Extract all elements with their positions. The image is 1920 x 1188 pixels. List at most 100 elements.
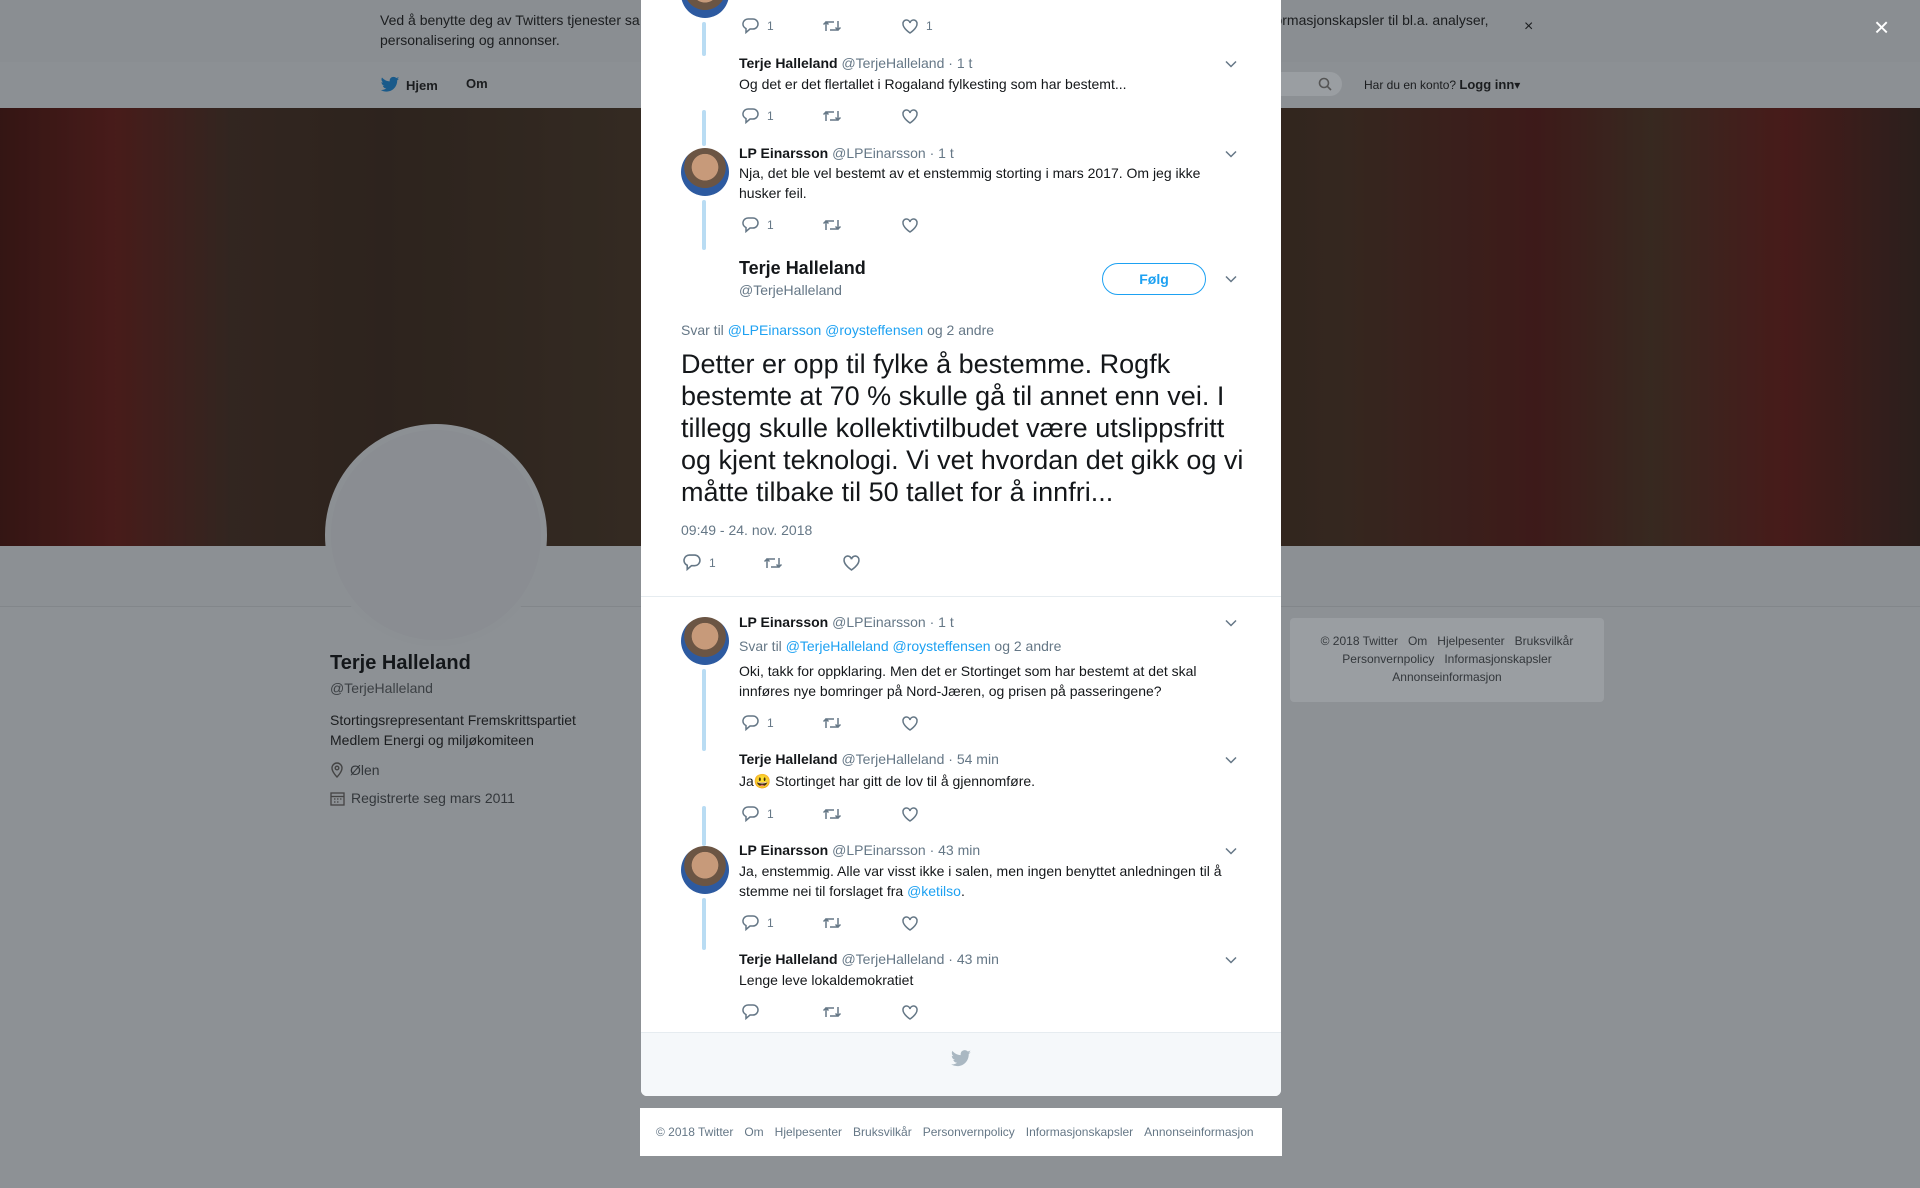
retweet-button[interactable] <box>822 109 902 123</box>
tweet-author-handle[interactable]: @LPEinarsson <box>832 842 926 858</box>
like-button[interactable] <box>902 715 982 731</box>
reply-icon <box>742 715 759 731</box>
mention-link[interactable]: @ketilso <box>907 883 961 899</box>
footer-ads-link[interactable]: Annonseinformasjon <box>1392 670 1501 684</box>
close-icon[interactable]: × <box>1874 12 1889 43</box>
chevron-down-icon[interactable] <box>1225 60 1237 68</box>
login-link[interactable]: Logg inn <box>1459 77 1514 92</box>
reply-button[interactable]: 1 <box>742 806 822 822</box>
follow-button[interactable]: Følg <box>1102 263 1206 295</box>
footer-help-link[interactable]: Hjelpesenter <box>1437 634 1504 648</box>
reply-count: 1 <box>767 109 774 123</box>
footer-about-link[interactable]: Om <box>744 1125 763 1139</box>
footer-ads-link[interactable]: Annonseinformasjon <box>1144 1125 1253 1139</box>
tweet-time[interactable]: · 1 t <box>930 145 954 161</box>
like-button[interactable] <box>902 217 982 233</box>
profile-avatar <box>325 424 547 646</box>
retweet-button[interactable] <box>822 1005 902 1019</box>
like-button[interactable]: 1 <box>902 18 982 34</box>
retweet-button[interactable] <box>822 807 902 821</box>
tweet-actions: 1 <box>742 108 982 124</box>
reply-button[interactable]: 1 <box>742 108 822 124</box>
tweet-time[interactable]: · 54 min <box>948 751 999 767</box>
nav-about-link[interactable]: Om <box>466 76 488 91</box>
tweet-author-name[interactable]: Terje Halleland <box>739 751 838 767</box>
footer-terms-link[interactable]: Bruksvilkår <box>853 1125 912 1139</box>
tweet-author-name[interactable]: LP Einarsson <box>739 145 828 161</box>
chevron-down-icon[interactable] <box>1225 619 1237 627</box>
tweet-author-handle[interactable]: @LPEinarsson <box>832 614 926 630</box>
like-button[interactable] <box>902 915 982 931</box>
chevron-down-icon[interactable] <box>1225 150 1237 158</box>
main-tweet-timestamp[interactable]: 09:49 - 24. nov. 2018 <box>681 522 812 538</box>
tweet-author-handle[interactable]: @TerjeHalleland <box>841 55 944 71</box>
reply-button[interactable]: 1 <box>742 915 822 931</box>
main-tweet-author-name[interactable]: Terje Halleland <box>739 258 866 279</box>
footer-cookies-link[interactable]: Informasjonskapsler <box>1026 1125 1133 1139</box>
footer-about-link[interactable]: Om <box>1408 634 1427 648</box>
nav-home-label: Hjem <box>406 77 438 93</box>
footer-terms-link[interactable]: Bruksvilkår <box>1515 634 1574 648</box>
chevron-down-icon[interactable] <box>1225 275 1237 283</box>
tweet-time[interactable]: · 1 t <box>948 55 972 71</box>
tweet-author-handle[interactable]: @TerjeHalleland <box>841 951 944 967</box>
like-button[interactable] <box>902 1004 982 1020</box>
mention-link[interactable]: @roysteffensen <box>825 322 923 338</box>
like-button[interactable] <box>902 108 982 124</box>
tweet-author-name[interactable]: LP Einarsson <box>739 614 828 630</box>
retweet-button[interactable] <box>822 716 902 730</box>
tweet-author-handle[interactable]: @TerjeHalleland <box>841 751 944 767</box>
location-icon <box>330 762 344 778</box>
profile-bio-line1: Stortingsrepresentant Fremskrittspartiet <box>330 712 576 728</box>
twitter-bird-icon <box>950 1050 972 1068</box>
avatar[interactable] <box>681 0 729 18</box>
reply-button[interactable]: 1 <box>742 18 822 34</box>
retweet-icon <box>763 556 783 570</box>
main-tweet-text: Detter er opp til fylke å bestemme. Rogf… <box>681 349 1244 507</box>
cookie-close-icon[interactable]: × <box>1524 18 1533 36</box>
tweet-text: Nja, det ble vel bestemt av et enstemmig… <box>739 165 1201 201</box>
reply-suffix[interactable]: og 2 andre <box>927 322 994 338</box>
mention-link[interactable]: @TerjeHalleland <box>786 638 889 654</box>
retweet-icon <box>822 807 842 821</box>
reply-suffix[interactable]: og 2 andre <box>994 638 1061 654</box>
retweet-button[interactable] <box>763 556 843 570</box>
main-tweet-author-handle[interactable]: @TerjeHalleland <box>739 282 842 298</box>
avatar[interactable] <box>681 846 729 894</box>
avatar[interactable] <box>681 148 729 196</box>
footer-help-link[interactable]: Hjelpesenter <box>775 1125 842 1139</box>
mention-link[interactable]: @roysteffensen <box>893 638 991 654</box>
reply-count: 1 <box>767 19 774 33</box>
like-button[interactable] <box>843 554 923 571</box>
reply-button[interactable] <box>742 1004 822 1020</box>
like-button[interactable] <box>902 806 982 822</box>
tweet-time[interactable]: · 43 min <box>930 842 981 858</box>
profile-handle: @TerjeHalleland <box>330 680 433 696</box>
tweet-author-handle[interactable]: @LPEinarsson <box>832 145 926 161</box>
tweet-header: Terje Halleland @TerjeHalleland · 43 min <box>739 951 999 967</box>
tweet-author-name[interactable]: LP Einarsson <box>739 842 828 858</box>
chevron-down-icon[interactable] <box>1225 756 1237 764</box>
tweet-author-name[interactable]: Terje Halleland <box>739 55 838 71</box>
reply-button[interactable]: 1 <box>683 554 763 571</box>
retweet-button[interactable] <box>822 916 902 930</box>
thread-line <box>702 898 706 950</box>
retweet-button[interactable] <box>822 218 902 232</box>
mention-link[interactable]: @LPEinarsson <box>728 322 822 338</box>
tweet-author-name[interactable]: Terje Halleland <box>739 951 838 967</box>
retweet-button[interactable] <box>822 19 902 33</box>
footer-cookies-link[interactable]: Informasjonskapsler <box>1444 652 1551 666</box>
tweet-time[interactable]: · 43 min <box>948 951 999 967</box>
chevron-down-icon[interactable] <box>1225 847 1237 855</box>
tweet-actions: 1 <box>742 915 982 931</box>
reply-button[interactable]: 1 <box>742 715 822 731</box>
chevron-down-icon[interactable] <box>1225 956 1237 964</box>
like-icon <box>902 915 918 931</box>
tweet-time[interactable]: · 1 t <box>930 614 954 630</box>
thread-line <box>702 110 706 146</box>
nav-home-link[interactable]: Hjem <box>380 76 438 94</box>
footer-privacy-link[interactable]: Personvernpolicy <box>1342 652 1434 666</box>
avatar[interactable] <box>681 617 729 665</box>
footer-privacy-link[interactable]: Personvernpolicy <box>923 1125 1015 1139</box>
reply-button[interactable]: 1 <box>742 217 822 233</box>
